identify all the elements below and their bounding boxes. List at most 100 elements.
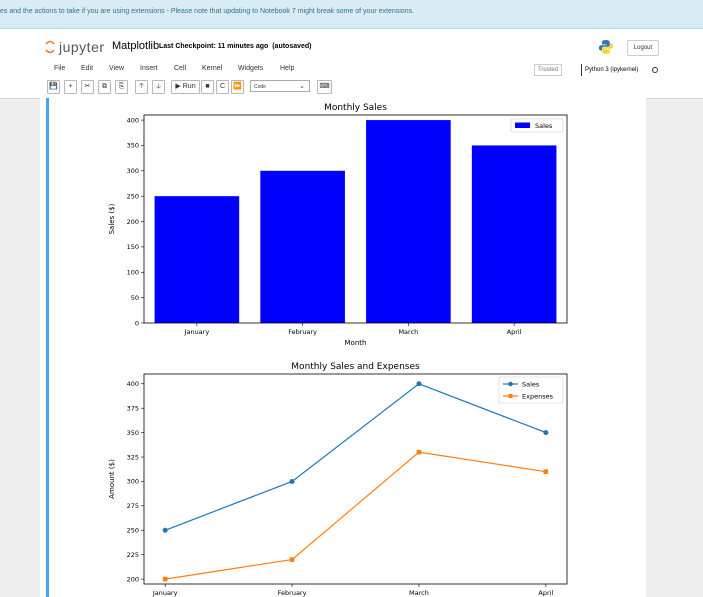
notebook-name[interactable]: Matplotlib [112,40,159,52]
bar-march [366,120,451,323]
move-down-button[interactable]: 🡣 [152,80,165,94]
copy-icon: ⧉ [102,83,107,90]
point-expenses-february [289,557,295,562]
y-tick-label: 400 [127,380,139,388]
y-tick-label: 275 [127,502,139,510]
kernel-status-icon [652,67,658,73]
x-axis-label: Month [345,339,367,347]
kernel-name[interactable]: Python 3 (ipykernel) [581,64,638,76]
plus-icon: + [68,83,73,90]
x-tick-label: March [409,589,429,597]
menu-cell[interactable]: Cell [174,65,186,72]
move-up-button[interactable]: 🡡 [135,80,148,94]
series-line-expenses [165,451,546,580]
selected-cell-indicator [46,98,49,597]
x-tick-label: April [507,328,522,336]
y-tick-label: 50 [131,294,139,302]
run-button[interactable]: ▶ Run [171,80,200,94]
y-tick-label: 325 [127,453,139,461]
y-tick-label: 0 [135,319,139,327]
bar-april [471,145,557,323]
y-tick-label: 150 [127,243,139,251]
y-tick-label: 250 [127,192,139,200]
restart-run-all-button[interactable]: ⏩ [231,80,244,94]
bar-january [154,196,240,323]
point-sales-february [289,478,295,484]
python-logo-icon [599,40,613,54]
cell-type-select[interactable]: Code ⌄ [250,80,310,92]
jupyter-logo-icon [45,40,55,54]
paste-icon: ⎘ [118,83,125,90]
point-sales-march [416,381,422,387]
interrupt-button[interactable]: ■ [201,80,214,94]
notebook-header: jupyter Matplotlib Last Checkpoint: 11 m… [0,29,703,99]
legend-label-sales: Sales [522,380,540,388]
legend-swatch-sales [515,122,530,128]
x-tick-label: February [288,328,317,336]
command-palette-button[interactable]: ⌨ [317,80,332,94]
cell-type-value: Code [254,84,266,90]
save-icon: 💾 [49,83,58,90]
monthly-sales-chart: Monthly Sales January February March April 0 5… [108,103,568,347]
y-tick-label: 375 [127,404,139,412]
trusted-indicator[interactable]: Trusted [534,64,562,76]
save-button[interactable]: 💾 [47,80,60,94]
monthly-sales-expenses-chart: Monthly Sales and Expenses January Februar… [108,362,568,597]
legend-marker-sales [508,381,513,387]
logout-button[interactable]: Logout [627,40,659,56]
copy-button[interactable]: ⧉ [98,80,111,94]
menu-insert[interactable]: Insert [140,65,158,72]
x-tick-label: April [538,589,553,597]
legend-label-sales: Sales [535,122,553,130]
legend-marker-expenses [508,394,513,398]
autosave-status: (autosaved) [272,43,312,50]
x-tick-label: March [398,328,418,336]
keyboard-icon: ⌨ [319,83,330,90]
arrow-up-icon: 🡡 [138,83,145,90]
fast-forward-icon: ⏩ [233,83,242,90]
y-tick-label: 350 [127,429,139,437]
y-axis-label: Sales ($) [108,203,116,234]
y-tick-label: 350 [127,142,139,150]
menu-edit[interactable]: Edit [81,65,93,72]
point-sales-january [162,527,168,533]
legend-label-expenses: Expenses [522,392,554,400]
menu-kernel[interactable]: Kernel [202,65,222,72]
plot-frame [143,373,568,585]
point-expenses-january [162,576,168,582]
banner-text: es and the actions to take if you are us… [0,8,415,15]
paste-button[interactable]: ⎘ [115,80,128,94]
y-axis-label: Amount ($) [108,459,116,499]
checkpoint-status: Last Checkpoint: 11 minutes ago (autosav… [159,43,312,50]
menu-help[interactable]: Help [280,65,294,72]
point-expenses-march [416,449,422,455]
y-tick-label: 300 [127,167,139,175]
arrow-down-icon: 🡣 [155,83,162,90]
y-tick-label: 225 [127,551,139,559]
menu-widgets[interactable]: Widgets [238,65,263,72]
y-tick-label: 100 [127,269,139,277]
x-tick-label: February [278,589,307,597]
menu-bar: File Edit View Insert Cell Kernel Widget… [44,63,664,77]
y-tick-label: 400 [127,116,139,124]
cut-icon: ✂ [84,83,91,90]
notification-banner: es and the actions to take if you are us… [0,0,703,29]
run-label: Run [182,83,196,90]
point-sales-april [543,430,549,436]
point-expenses-april [543,469,549,474]
run-icon: ▶ [175,83,181,90]
y-tick-label: 300 [127,478,139,486]
stop-icon: ■ [205,83,210,90]
restart-button[interactable]: C [216,80,229,94]
y-tick-label: 200 [127,575,139,583]
menu-view[interactable]: View [109,65,124,72]
series-line-sales [164,383,547,531]
checkpoint-time: 11 minutes ago [217,43,269,50]
y-tick-label: 200 [127,218,139,226]
menu-file[interactable]: File [54,65,65,72]
chart-title: Monthly Sales [324,103,387,113]
cut-button[interactable]: ✂ [81,80,94,94]
checkpoint-label: Last Checkpoint: [159,43,216,50]
insert-cell-button[interactable]: + [64,80,77,94]
y-tick-label: 250 [127,527,139,535]
